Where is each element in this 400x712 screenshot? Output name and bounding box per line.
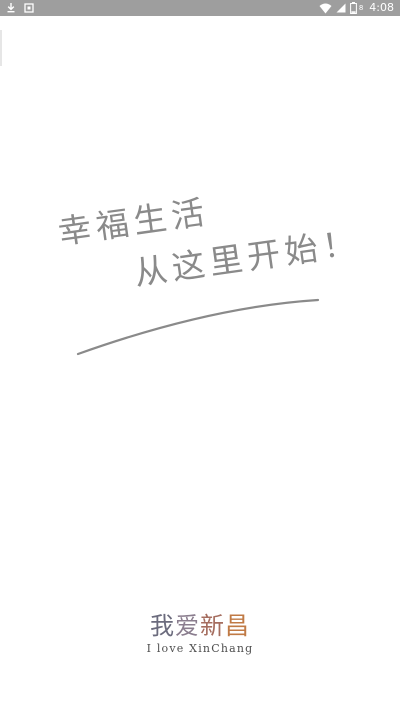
status-bar: 8 4:08 xyxy=(0,0,400,16)
brand-tagline: I love XinChang xyxy=(146,642,254,655)
status-bar-left xyxy=(6,2,34,13)
decorative-brush-stroke xyxy=(76,298,320,356)
battery-icon xyxy=(349,2,357,14)
status-bar-right: 8 4:08 xyxy=(319,1,394,15)
wifi-icon xyxy=(319,3,332,14)
brand-logo-text: 我爱新昌 xyxy=(150,612,250,640)
brand-char-3: 新 xyxy=(200,612,225,640)
splash-screen: 8 4:08 幸福生活 从这里开始！ 我爱新昌 I love XinChang xyxy=(0,0,400,712)
status-time: 4:08 xyxy=(369,1,394,14)
battery-percent: 8 xyxy=(358,4,364,12)
brand-char-4: 昌 xyxy=(225,612,250,640)
download-icon xyxy=(6,2,16,13)
brand-char-1: 我 xyxy=(150,612,175,640)
brand-logo: 我爱新昌 I love XinChang xyxy=(120,612,280,655)
edge-divider xyxy=(0,30,2,66)
brand-char-2: 爱 xyxy=(175,612,200,640)
cellular-signal-icon xyxy=(336,3,346,13)
notification-icon xyxy=(24,2,34,13)
